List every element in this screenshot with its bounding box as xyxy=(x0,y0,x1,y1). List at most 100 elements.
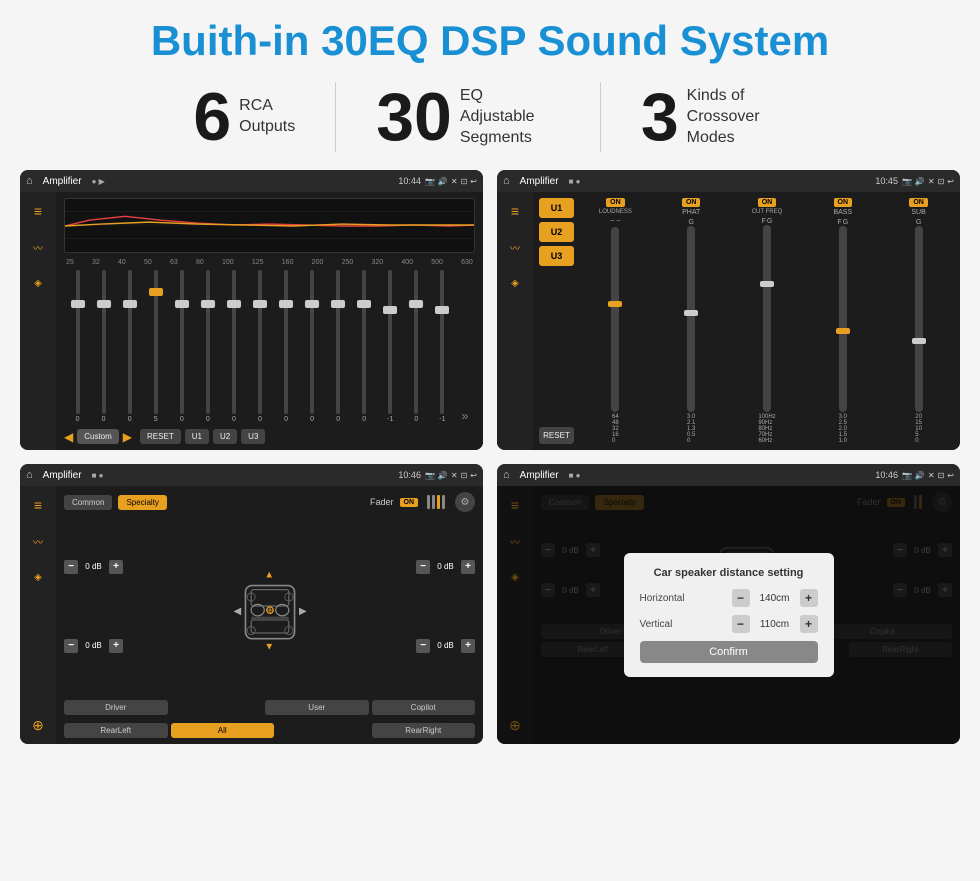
horizontal-control: − 140cm + xyxy=(732,589,818,607)
ch-bass-on[interactable]: ON xyxy=(834,198,853,207)
vertical-minus-btn[interactable]: − xyxy=(732,615,750,633)
btn-rearright[interactable]: RearRight xyxy=(372,723,476,738)
fader-tab-specialty[interactable]: Specialty xyxy=(118,495,166,510)
eq-mode-custom[interactable]: Custom xyxy=(77,429,119,444)
ch-cutfreq-on[interactable]: ON xyxy=(758,198,777,207)
eq-slider-10[interactable]: 0 xyxy=(301,270,324,423)
db-plus-bl[interactable]: + xyxy=(109,639,123,653)
eq-slider-11[interactable]: 0 xyxy=(327,270,350,423)
fader-tab-common[interactable]: Common xyxy=(64,495,112,510)
eq-btn-u3[interactable]: U3 xyxy=(241,429,265,444)
eq-btn-u2[interactable]: U2 xyxy=(213,429,237,444)
eq-slider-9[interactable]: 0 xyxy=(275,270,298,423)
horizontal-label: Horizontal xyxy=(640,593,685,604)
db-plus-tl[interactable]: + xyxy=(109,560,123,574)
fader-top-row: Common Specialty Fader ON ⚙ xyxy=(64,492,475,512)
db-value-tl: 0 dB xyxy=(81,562,106,571)
stats-row: 6 RCAOutputs 30 EQ AdjustableSegments 3 … xyxy=(20,82,960,152)
phat-slider[interactable] xyxy=(687,226,695,412)
dialog-overlay: Car speaker distance setting Horizontal … xyxy=(497,486,960,744)
eq-slider-5[interactable]: 0 xyxy=(170,270,193,423)
bass-scale: 3.02.52.01.51.0 xyxy=(839,414,847,444)
u1-button[interactable]: U1 xyxy=(539,198,574,218)
fader-sidebar-icon-2[interactable]: 〰 xyxy=(27,530,49,552)
eq-btn-reset[interactable]: RESET xyxy=(140,429,181,444)
crossover-reset-button[interactable]: RESET xyxy=(539,427,574,444)
btn-user[interactable]: User xyxy=(265,700,369,715)
eq-slider-2[interactable]: 0 xyxy=(92,270,115,423)
horizontal-plus-btn[interactable]: + xyxy=(800,589,818,607)
eq-sidebar: ≡ 〰 ◈ xyxy=(20,192,56,450)
stat-rca: 6 RCAOutputs xyxy=(153,83,335,151)
u2-button[interactable]: U2 xyxy=(539,222,574,242)
db-plus-tr[interactable]: + xyxy=(461,560,475,574)
eq-status-bar: ⌂ Amplifier ● ▶ 10:44 📷🔊✕⊡↩ xyxy=(20,170,483,192)
eq-prev-icon[interactable]: ◀ xyxy=(64,430,73,444)
crossover-u-buttons: U1 U2 U3 RESET xyxy=(539,198,574,444)
vertical-plus-btn[interactable]: + xyxy=(800,615,818,633)
bass-slider[interactable] xyxy=(839,226,847,412)
loudness-slider[interactable] xyxy=(611,227,619,412)
db-minus-tr[interactable]: − xyxy=(416,560,430,574)
btn-driver[interactable]: Driver xyxy=(64,700,168,715)
u3-button[interactable]: U3 xyxy=(539,246,574,266)
eq-expand-icon[interactable]: » xyxy=(457,409,473,423)
db-minus-tl[interactable]: − xyxy=(64,560,78,574)
fader-sidebar-icon-4[interactable]: ⊕ xyxy=(27,714,49,736)
eq-slider-12[interactable]: 0 xyxy=(353,270,376,423)
db-minus-bl[interactable]: − xyxy=(64,639,78,653)
crossover-sidebar-icon-3[interactable]: ◈ xyxy=(504,272,526,294)
fader-sliders-mini xyxy=(427,495,445,509)
sub-slider[interactable] xyxy=(915,226,923,412)
crossover-app-title: Amplifier xyxy=(520,176,559,187)
fader-bottom-buttons-2: RearLeft All RearRight xyxy=(64,723,475,738)
ch-loudness-on[interactable]: ON xyxy=(606,198,625,207)
btn-copilot[interactable]: Copilot xyxy=(372,700,476,715)
fader-settings-icon[interactable]: ⚙ xyxy=(455,492,475,512)
fader-sidebar-icon-3[interactable]: ◈ xyxy=(27,566,49,588)
ch-phat-on[interactable]: ON xyxy=(682,198,701,207)
eq-slider-4[interactable]: 5 xyxy=(144,270,167,423)
eq-slider-3[interactable]: 0 xyxy=(118,270,141,423)
ch-sub-on[interactable]: ON xyxy=(909,198,928,207)
fader-time: 10:46 xyxy=(398,470,421,480)
ch-cutfreq-label: CUT FREQ xyxy=(752,209,783,215)
eq-slider-14[interactable]: 0 xyxy=(405,270,428,423)
confirm-button[interactable]: Confirm xyxy=(640,641,818,663)
eq-slider-1[interactable]: 0 xyxy=(66,270,89,423)
btn-all[interactable]: All xyxy=(171,723,275,738)
db-minus-br[interactable]: − xyxy=(416,639,430,653)
horizontal-minus-btn[interactable]: − xyxy=(732,589,750,607)
eq-slider-15[interactable]: -1 xyxy=(431,270,454,423)
fader-sidebar: ≡ 〰 ◈ ⊕ xyxy=(20,486,56,744)
eq-sidebar-icon-3[interactable]: ◈ xyxy=(27,272,49,294)
eq-slider-7[interactable]: 0 xyxy=(222,270,245,423)
btn-rearleft[interactable]: RearLeft xyxy=(64,723,168,738)
fader-sidebar-icon-1[interactable]: ≡ xyxy=(27,494,49,516)
screen-eq: ⌂ Amplifier ● ▶ 10:44 📷🔊✕⊡↩ ≡ 〰 ◈ xyxy=(20,170,483,450)
svg-text:▶: ▶ xyxy=(298,606,306,617)
cutfreq-slider[interactable] xyxy=(763,225,771,412)
eq-slider-13[interactable]: -1 xyxy=(379,270,402,423)
db-value-tr: 0 dB xyxy=(433,562,458,571)
eq-next-icon[interactable]: ▶ xyxy=(123,430,132,444)
db-control-tr: − 0 dB + xyxy=(416,560,475,574)
stat-crossover-label: Kinds ofCrossover Modes xyxy=(687,86,787,148)
crossover-sidebar-icon-1[interactable]: ≡ xyxy=(504,200,526,222)
fader-screen-content: ≡ 〰 ◈ ⊕ Common Specialty Fader ON xyxy=(20,486,483,744)
ch-loudness-label: LOUDNESS xyxy=(599,209,632,215)
eq-status-icons: 📷🔊✕⊡↩ xyxy=(425,177,477,186)
eq-slider-8[interactable]: 0 xyxy=(248,270,271,423)
eq-sidebar-icon-2[interactable]: 〰 xyxy=(27,236,49,258)
crossover-sidebar-icon-2[interactable]: 〰 xyxy=(504,236,526,258)
fader-status-icons: 📷🔊✕⊡↩ xyxy=(425,471,477,480)
fader-home-icon: ⌂ xyxy=(26,469,33,481)
db-plus-br[interactable]: + xyxy=(461,639,475,653)
eq-btn-u1[interactable]: U1 xyxy=(185,429,209,444)
eq-sidebar-icon-1[interactable]: ≡ xyxy=(27,200,49,222)
eq-slider-6[interactable]: 0 xyxy=(196,270,219,423)
dialog-title: Car speaker distance setting xyxy=(640,567,818,579)
dialog-vertical-row: Vertical − 110cm + xyxy=(640,615,818,633)
screen-dialog: ⌂ Amplifier ■ ● 10:46 📷🔊✕⊡↩ ≡ 〰 ◈ ⊕ xyxy=(497,464,960,744)
crossover-screen-content: ≡ 〰 ◈ U1 U2 U3 RESET xyxy=(497,192,960,450)
